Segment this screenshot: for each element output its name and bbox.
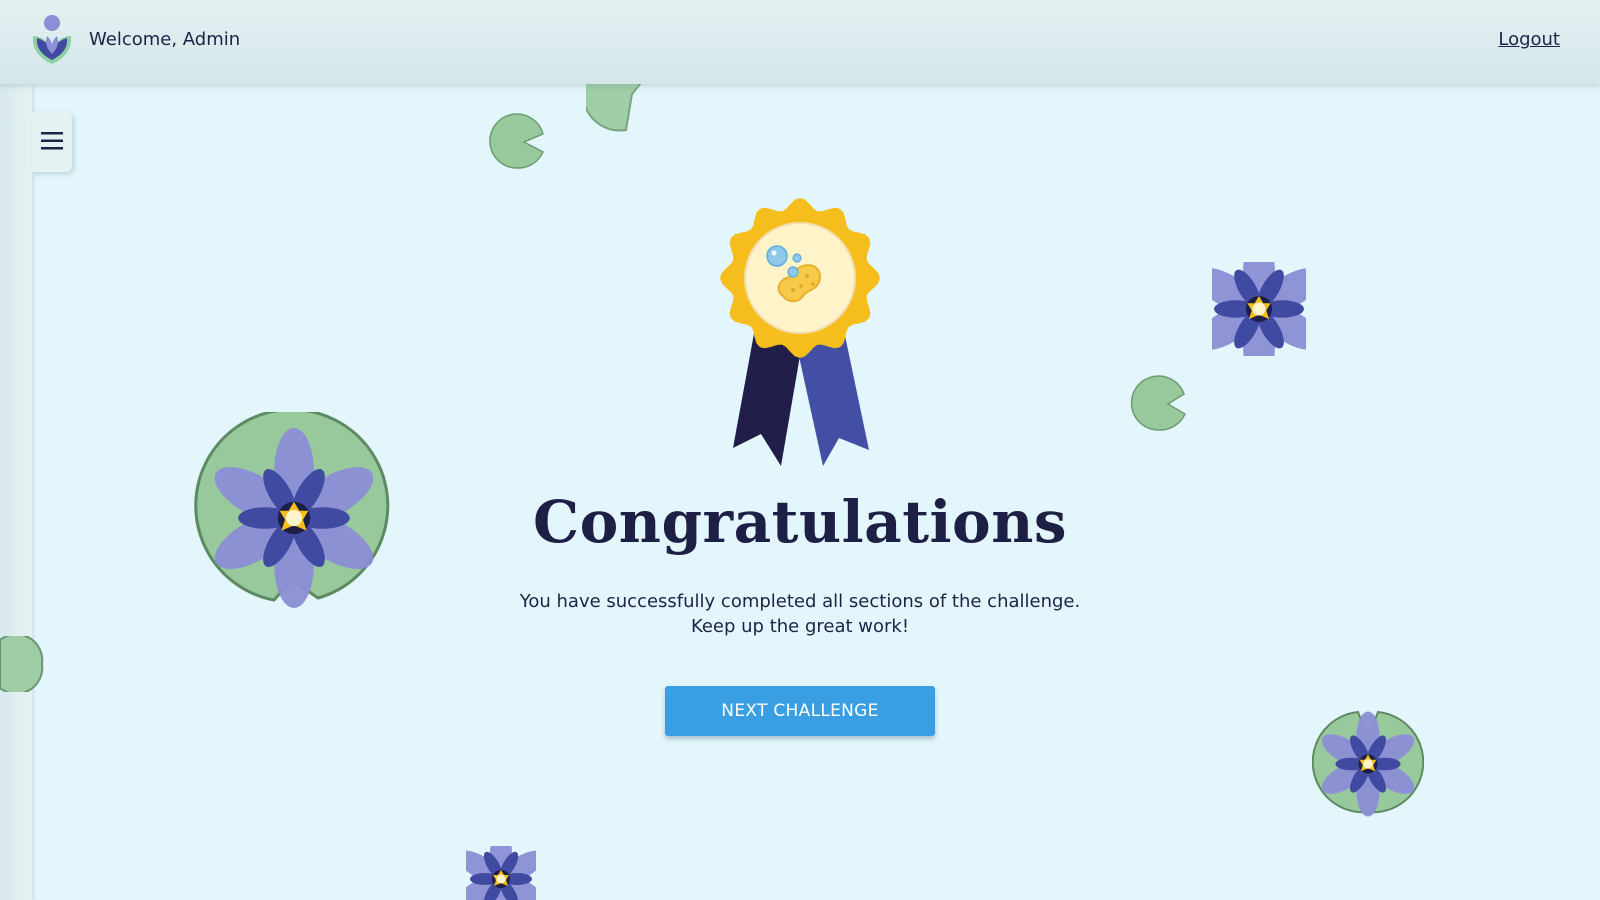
- logout-link[interactable]: Logout: [1498, 29, 1560, 50]
- lily-pad-with-flower-icon: [1312, 710, 1424, 817]
- welcome-text: Welcome, Admin: [89, 29, 241, 50]
- page-title: Congratulations: [532, 488, 1068, 556]
- lotus-logo-icon: [32, 15, 72, 64]
- lily-pad-icon: [1130, 375, 1186, 431]
- success-message-line1: You have successfully completed all sect…: [519, 591, 1081, 612]
- menu-toggle-button[interactable]: [32, 112, 72, 172]
- success-message-line2: Keep up the great work!: [690, 616, 910, 637]
- flower-icon: [466, 846, 536, 900]
- hamburger-menu-icon: [41, 132, 63, 150]
- next-challenge-button[interactable]: NEXT CHALLENGE: [665, 686, 935, 736]
- top-header: Welcome, Admin Logout: [0, 0, 1600, 84]
- lily-pad-icon: [489, 113, 544, 169]
- flower-icon: [1212, 262, 1306, 356]
- award-medal-icon: [720, 198, 880, 466]
- lily-pad-icon: [0, 636, 44, 692]
- sidebar-panel: [0, 84, 32, 900]
